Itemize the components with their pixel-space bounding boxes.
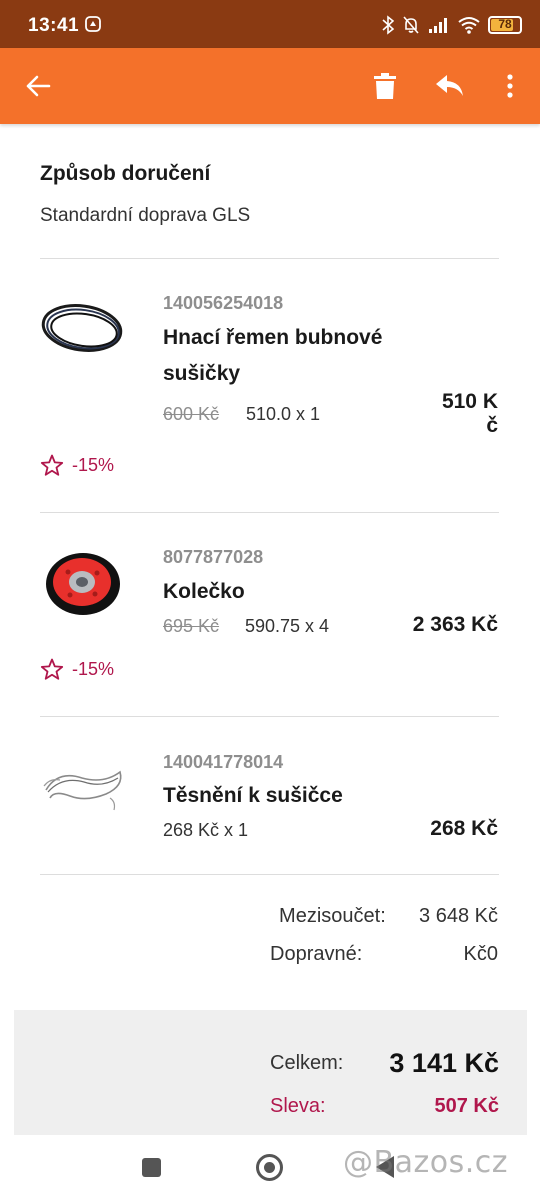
shipping-label: Dopravné:: [270, 943, 363, 965]
system-nav-bar: @Bazos.cz: [0, 1135, 540, 1200]
item-price-quantity: 510.0 x 1: [246, 404, 321, 424]
divider: [40, 716, 499, 717]
savings-value: 507 Kč: [434, 1095, 500, 1117]
item-total: 2 363 Kč: [412, 613, 498, 636]
discount-percent: -15%: [72, 455, 115, 475]
app-bar: [0, 48, 540, 124]
wheel-image: [46, 553, 120, 615]
discount-percent: -15%: [72, 659, 115, 679]
shipping-value: Kč0: [463, 943, 498, 965]
star-outline-icon[interactable]: [40, 658, 64, 681]
item-code: 140041778014: [163, 752, 284, 772]
item-name: Těsnění k sušičce: [163, 784, 343, 807]
delete-button[interactable]: [365, 66, 405, 106]
divider: [40, 512, 499, 513]
item-total: 510 K: [441, 390, 498, 413]
item-code: 140056254018: [163, 293, 284, 313]
status-time: 13:41: [28, 15, 80, 36]
item-price-quantity: 268 Kč x 1: [163, 820, 249, 840]
seal-image: [43, 770, 122, 811]
status-bar: 13:41 78: [0, 0, 540, 48]
more-vert-icon: [507, 74, 513, 98]
back-button[interactable]: [18, 66, 58, 106]
total-panel: Celkem: 3 141 Kč Sleva: 507 Kč: [14, 1010, 527, 1135]
item-name: Hnací řemen bubnové: [163, 326, 383, 349]
item-price-quantity: 590.75 x 4: [245, 616, 330, 636]
item-old-price: 695 Kč: [163, 616, 220, 636]
back-arrow-icon: [26, 75, 51, 97]
drive-belt-image: [41, 304, 123, 352]
shipping-row: Dopravné: Kč0: [270, 943, 498, 966]
battery-level: 78: [498, 17, 512, 31]
item-name-continued: sušičky: [163, 362, 241, 385]
star-outline-icon[interactable]: [40, 454, 64, 477]
home-button[interactable]: [256, 1154, 283, 1181]
status-icons: 78: [382, 13, 522, 37]
reply-icon: [436, 75, 463, 96]
item-old-price: 600 Kč: [163, 404, 220, 424]
subtotal-value: 3 648 Kč: [419, 905, 498, 927]
subtotal-label: Mezisoučet:: [279, 905, 386, 927]
recent-apps-button[interactable]: [142, 1158, 161, 1177]
total-value: 3 141 Kč: [389, 1048, 499, 1078]
item-total-continued: č: [486, 414, 498, 437]
trash-icon: [374, 73, 396, 99]
delivery-heading: Způsob doručení: [40, 162, 211, 185]
bluetooth-icon: [382, 15, 394, 35]
item-name: Kolečko: [163, 580, 245, 603]
more-options-button[interactable]: [490, 66, 530, 106]
delivery-method: Standardní doprava GLS: [40, 205, 251, 226]
battery-icon: 78: [488, 16, 522, 34]
savings-label: Sleva:: [270, 1095, 326, 1117]
wifi-icon: [458, 17, 480, 34]
total-label: Celkem:: [270, 1052, 344, 1074]
watermark: @Bazos.cz: [343, 1145, 508, 1180]
discount-badge: -15%: [40, 658, 114, 681]
divider: [40, 258, 499, 259]
discount-badge: -15%: [40, 454, 114, 477]
subtotal-row: Mezisoučet: 3 648 Kč: [279, 905, 498, 928]
app-notification-icon: [85, 16, 101, 32]
reply-button[interactable]: [430, 66, 470, 106]
divider: [40, 874, 499, 875]
signal-icon: [429, 18, 447, 33]
item-total: 268 Kč: [430, 817, 498, 840]
item-code: 8077877028: [163, 547, 264, 567]
bell-off-icon: [403, 16, 419, 34]
